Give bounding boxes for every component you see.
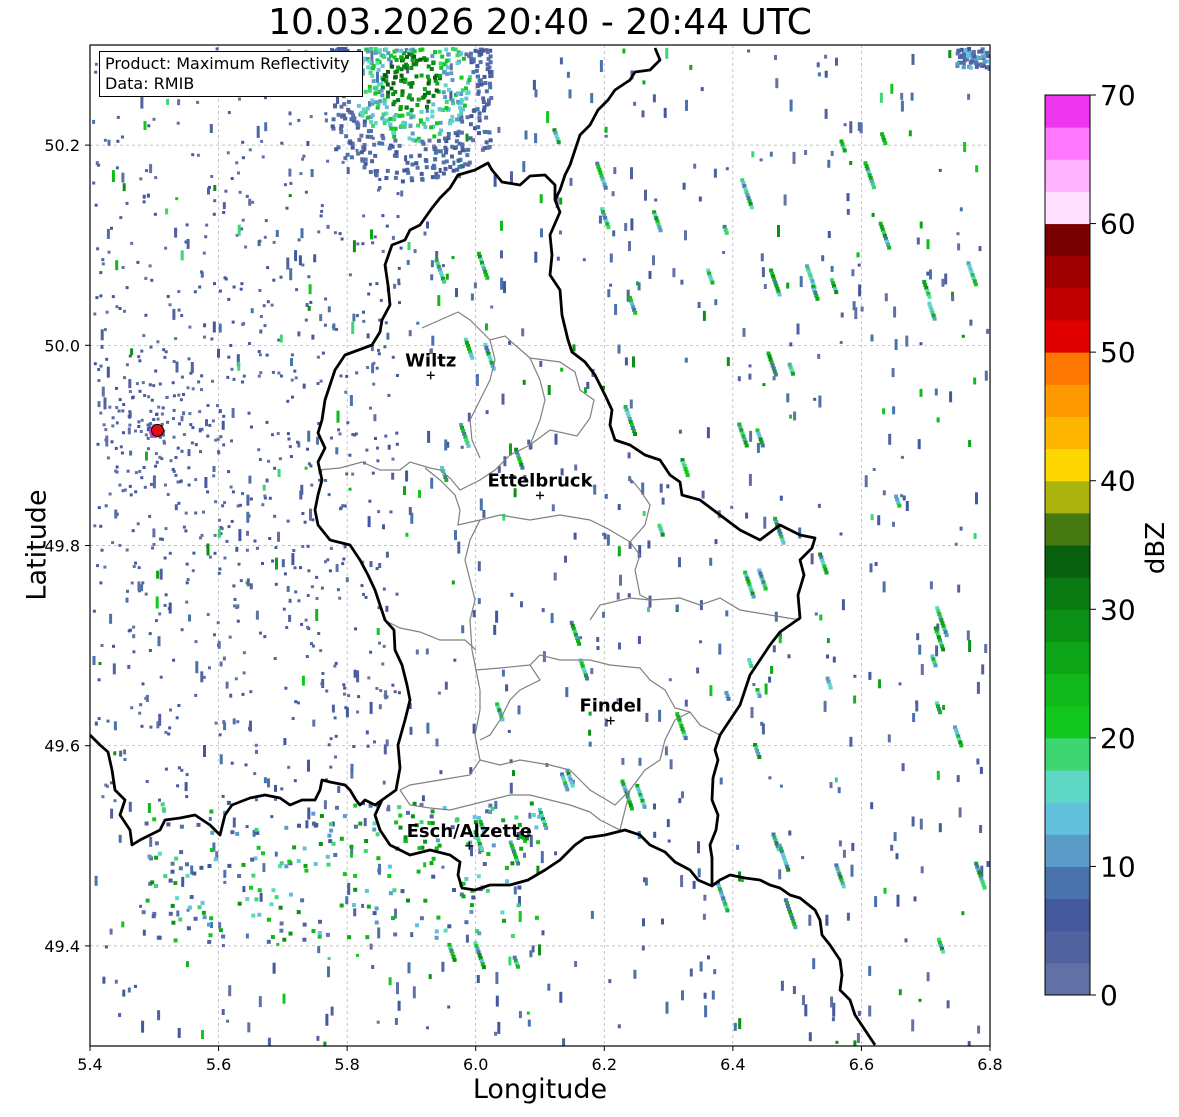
x-tick-label: 6.8 [977, 1055, 1002, 1074]
x-tick-label: 6.0 [463, 1055, 488, 1074]
colorbar-band [1045, 352, 1090, 385]
y-tick-label: 50.0 [44, 336, 80, 355]
colorbar-tick-label: 20 [1100, 722, 1136, 755]
y-tick-label: 50.2 [44, 136, 80, 155]
city-label: Wiltz [405, 350, 456, 371]
map-title: 10.03.2026 20:40 - 20:44 UTC [268, 2, 812, 43]
radar-map-figure: Wiltz Ettelbruck Findel Esch/Alzette 5.4 5.6… [44, 44, 1136, 1074]
colorbar-band [1045, 320, 1090, 353]
colorbar-band [1045, 191, 1090, 225]
colorbar-band [1045, 834, 1090, 867]
data-source-label: Data: RMIB [105, 74, 195, 93]
colorbar-band [1045, 770, 1090, 803]
colorbar: 0 10 20 30 40 50 60 70 [1044, 79, 1136, 1012]
colorbar-band [1045, 416, 1090, 450]
colorbar-band [1045, 737, 1090, 771]
colorbar-band [1045, 962, 1090, 996]
x-tick-label: 5.8 [334, 1055, 359, 1074]
colorbar-band [1045, 448, 1090, 482]
colorbar-band [1045, 545, 1090, 578]
y-tick-label: 49.4 [44, 937, 80, 956]
colorbar-band [1045, 898, 1090, 932]
colorbar-band [1045, 609, 1090, 642]
colorbar-tick-label: 60 [1100, 208, 1136, 241]
x-tick-label: 6.6 [849, 1055, 874, 1074]
x-axis-label: Longitude [472, 1074, 608, 1105]
colorbar-tick-label: 50 [1100, 336, 1136, 369]
y-tick-label: 49.6 [44, 737, 80, 756]
colorbar-band [1045, 512, 1090, 546]
x-tick-label: 6.2 [592, 1055, 617, 1074]
x-tick-label: 6.4 [720, 1055, 745, 1074]
colorbar-label: dBZ [1141, 521, 1171, 575]
colorbar-band [1045, 930, 1090, 964]
colorbar-band [1045, 255, 1090, 289]
product-label: Product: Maximum Reflectivity [105, 54, 350, 73]
y-axis-label: Latitude [21, 489, 53, 601]
x-tick-label: 5.4 [77, 1055, 102, 1074]
colorbar-band [1045, 287, 1090, 321]
colorbar-band [1045, 95, 1090, 128]
x-axis-ticks: 5.4 5.6 5.8 6.0 6.2 6.4 6.6 6.8 [77, 1046, 1003, 1074]
colorbar-band [1045, 641, 1090, 675]
colorbar-tick-label: 40 [1100, 465, 1136, 498]
city-label: Findel [579, 696, 642, 717]
colorbar-band [1045, 673, 1090, 707]
product-info-box: Product: Maximum Reflectivity Data: RMIB [99, 51, 363, 97]
colorbar-tick-label: 30 [1100, 593, 1136, 626]
colorbar-band [1045, 127, 1090, 160]
city-label: Esch/Alzette [407, 821, 532, 842]
colorbar-band [1045, 223, 1090, 257]
colorbar-band [1045, 705, 1090, 739]
colorbar-band [1045, 384, 1090, 417]
colorbar-band [1045, 802, 1090, 835]
colorbar-band [1045, 577, 1090, 610]
colorbar-band [1045, 480, 1090, 514]
city-label: Ettelbruck [487, 470, 593, 491]
colorbar-tick-label: 70 [1100, 79, 1136, 112]
colorbar-band [1045, 866, 1090, 900]
x-tick-label: 5.6 [206, 1055, 231, 1074]
colorbar-tick-label: 10 [1100, 850, 1136, 883]
colorbar-tick-label: 0 [1100, 979, 1118, 1012]
colorbar-band [1045, 159, 1090, 192]
